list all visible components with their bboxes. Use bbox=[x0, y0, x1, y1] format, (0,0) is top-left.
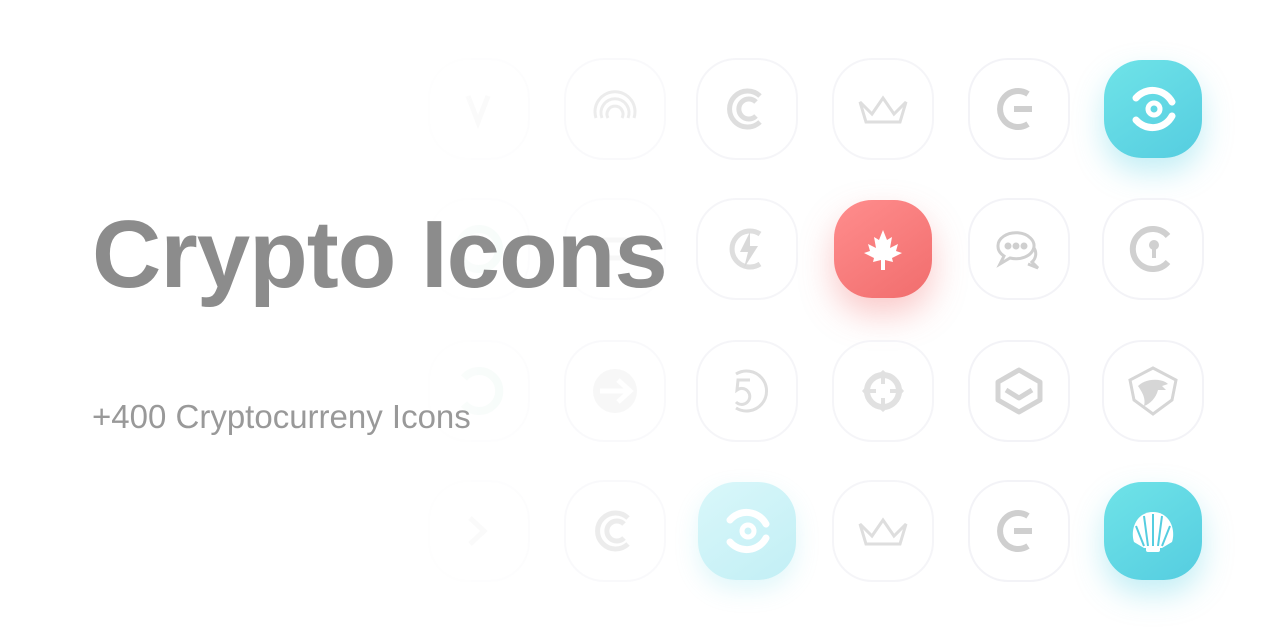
text-backdrop bbox=[0, 0, 560, 640]
crown-outline-small-icon bbox=[834, 482, 932, 580]
layer-box-icon bbox=[970, 342, 1068, 440]
maple-leaf-icon bbox=[834, 200, 932, 298]
crown-outline-icon bbox=[834, 60, 932, 158]
page-title: Crypto Icons bbox=[92, 201, 668, 308]
page-subtitle: +400 Cryptocurreny Icons bbox=[92, 398, 471, 435]
recycle-arrows-icon bbox=[834, 342, 932, 440]
shell-icon bbox=[1104, 482, 1202, 580]
c-stack-small-icon bbox=[970, 482, 1068, 580]
c-stack-icon bbox=[970, 60, 1068, 158]
c-swirl-small-icon bbox=[566, 482, 664, 580]
arrow-circle-icon bbox=[566, 342, 664, 440]
ring-dot-icon bbox=[1104, 60, 1202, 158]
c-keyhole-icon bbox=[1104, 200, 1202, 298]
concentric-arcs-icon bbox=[566, 60, 664, 158]
c-swirl-icon bbox=[698, 60, 796, 158]
eagle-shield-icon bbox=[1104, 342, 1202, 440]
chat-bubbles-icon bbox=[970, 200, 1068, 298]
five-swirl-icon bbox=[698, 342, 796, 440]
ring-dot-soft-icon bbox=[698, 482, 796, 580]
lightning-c-icon bbox=[698, 200, 796, 298]
